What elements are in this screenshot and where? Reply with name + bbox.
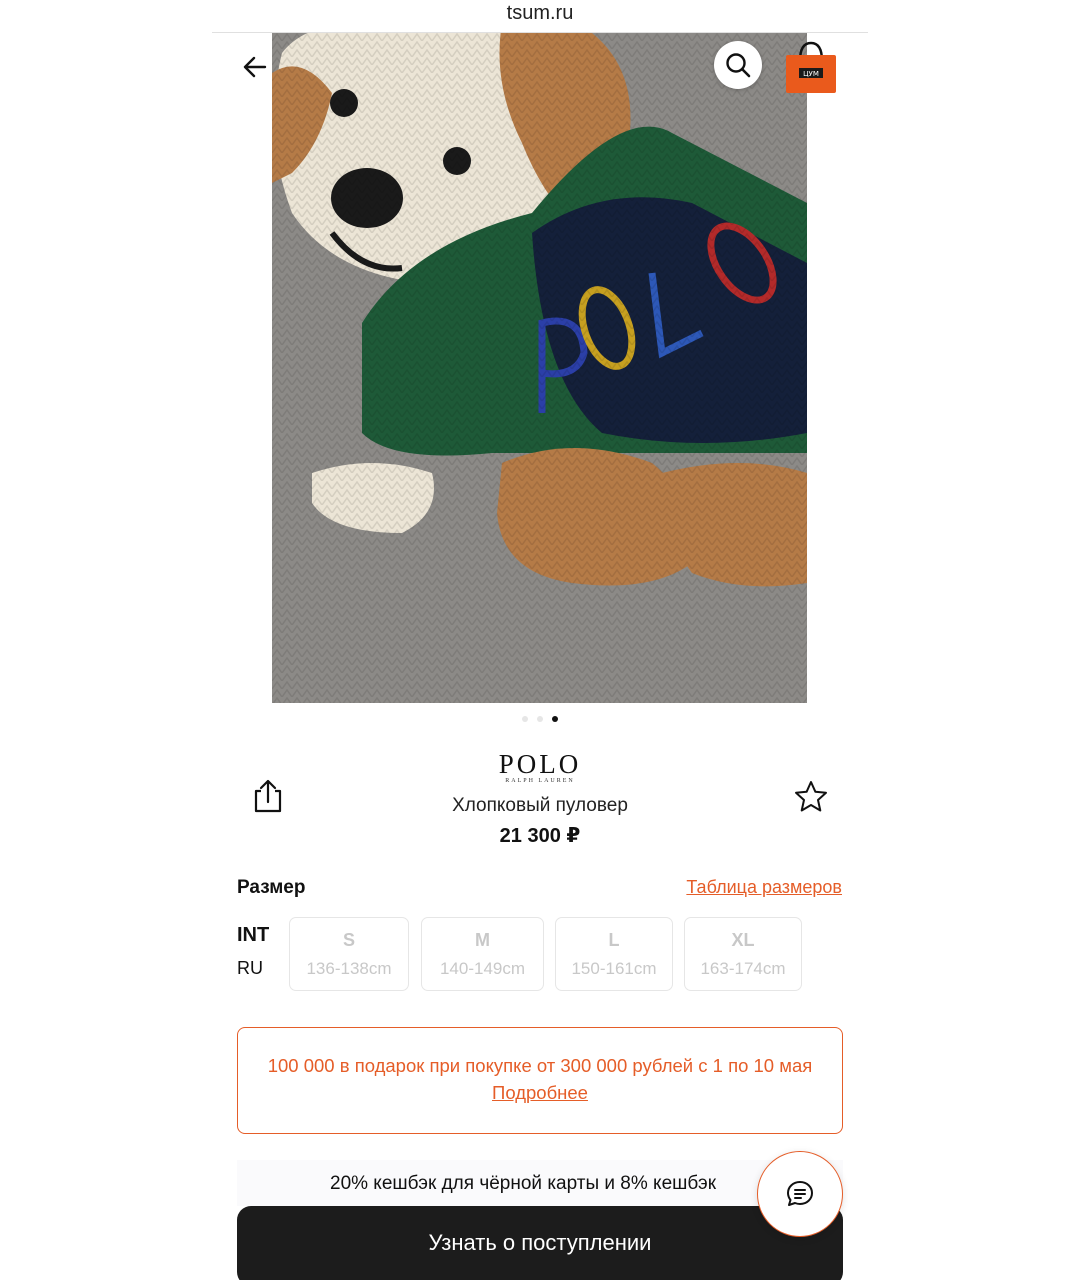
size-option-m[interactable]: M 140-149cm <box>421 917 544 991</box>
size-system-int-label: INT <box>237 924 270 946</box>
notify-arrival-button[interactable]: Узнать о поступлении <box>237 1206 843 1280</box>
product-title: Хлопковый пуловер <box>452 795 628 816</box>
arrow-left-icon <box>243 56 267 78</box>
size-heading: Размер <box>237 877 306 898</box>
product-image[interactable] <box>272 33 807 703</box>
size-option-xl[interactable]: XL 163-174cm <box>684 917 802 991</box>
promo-banner: 100 000 в подарок при покупке от 300 000… <box>237 1027 843 1134</box>
size-option-ru: 136-138cm <box>306 959 392 978</box>
size-chart-link[interactable]: Таблица размеров <box>686 877 842 898</box>
promo-details-link[interactable]: Подробнее <box>492 1082 588 1103</box>
shopping-bag-icon: ЦУМ <box>786 41 836 93</box>
search-icon <box>726 53 751 78</box>
bag-badge-text: ЦУМ <box>803 70 819 78</box>
pagination-dot[interactable] <box>522 716 528 722</box>
chat-icon <box>787 1181 813 1206</box>
size-option-ru: 150-161cm <box>571 959 657 978</box>
chat-button[interactable] <box>757 1151 843 1237</box>
brand-name: POLO <box>498 749 582 779</box>
back-button[interactable] <box>230 47 280 87</box>
cart-button[interactable]: ЦУМ <box>784 39 838 95</box>
product-gallery[interactable]: ЦУМ <box>212 33 868 703</box>
product-price: 21 300 ₽ <box>499 825 581 847</box>
brand-subname: RALPH LAUREN <box>505 778 575 784</box>
url-text: tsum.ru <box>506 2 574 24</box>
size-option-int: L <box>608 930 620 950</box>
cashback-text: 20% кешбэк для чёрной карты и 8% кешбэк <box>330 1173 717 1194</box>
size-option-int: XL <box>731 930 755 950</box>
size-option-ru: 140-149cm <box>439 959 526 978</box>
brand-logo[interactable]: POLO RALPH LAUREN <box>440 750 640 785</box>
size-option-int: M <box>475 930 490 950</box>
gallery-pagination[interactable] <box>0 716 1080 722</box>
promo-text: 100 000 в подарок при покупке от 300 000… <box>267 1055 813 1076</box>
size-option-l[interactable]: L 150-161cm <box>555 917 673 991</box>
cashback-banner: 20% кешбэк для чёрной карты и 8% кешбэк <box>237 1160 843 1206</box>
pagination-dot[interactable] <box>537 716 543 722</box>
favorite-button[interactable] <box>793 779 829 815</box>
size-system-ru-label: RU <box>237 958 263 978</box>
pagination-dot-active[interactable] <box>552 716 558 722</box>
star-icon <box>795 781 827 812</box>
size-option-ru: 163-174cm <box>700 959 786 978</box>
url-bar[interactable]: tsum.ru <box>212 0 868 33</box>
share-icon <box>254 779 282 813</box>
search-button[interactable] <box>714 41 762 89</box>
size-option-int: S <box>342 930 355 950</box>
share-button[interactable] <box>250 778 286 814</box>
size-option-s[interactable]: S 136-138cm <box>289 917 409 991</box>
